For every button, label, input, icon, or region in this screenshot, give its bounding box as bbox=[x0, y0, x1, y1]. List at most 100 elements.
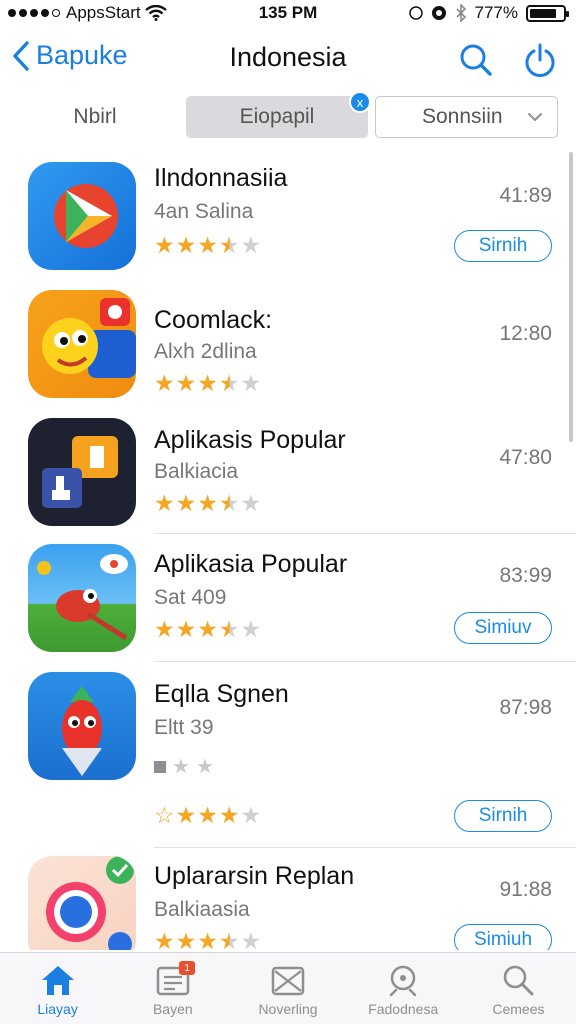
star-icon: ★ bbox=[154, 616, 175, 642]
app-icon-bird bbox=[28, 544, 136, 652]
app-price: 83:99 bbox=[499, 564, 552, 587]
rating-stars: ★ ★ ★ ★ ★ bbox=[154, 234, 261, 257]
app-list: Ilndonnasiia 4an Salina ★ ★ ★ ★ ★ 41:89 Sirn… bbox=[0, 148, 576, 950]
star-empty-icon: ★ bbox=[240, 232, 262, 258]
tab-search[interactable]: Cemees bbox=[461, 953, 576, 1024]
star-icon: ★ bbox=[197, 490, 218, 516]
list-item[interactable]: Aplikasis Popular Balkiacia ★ ★ ★ ★ ★ 47:80 bbox=[0, 410, 576, 534]
star-icon: ★ bbox=[154, 370, 175, 396]
status-right: 777% bbox=[408, 3, 569, 23]
tab-badge: 1 bbox=[179, 961, 196, 975]
star-half-icon: ★ bbox=[218, 490, 240, 516]
segment-badge: x bbox=[349, 91, 371, 113]
rating-stars: ★ ★ ★ ★ ★ bbox=[154, 928, 262, 951]
secondary-rating: ★ ★ bbox=[154, 754, 214, 779]
rating-stars: ★ ★ ★ ★ ★ bbox=[154, 618, 261, 641]
app-name: Uplararsin Replan bbox=[154, 862, 355, 890]
chevron-down-icon bbox=[528, 113, 542, 122]
star-icon: ★ bbox=[175, 490, 197, 516]
tab-updates[interactable]: 1 Bayen bbox=[115, 953, 230, 1024]
segment-tab-label: Eiopapil bbox=[239, 105, 315, 128]
location-search-icon bbox=[389, 965, 417, 997]
app-name: Aplikasia Popular bbox=[154, 550, 348, 578]
star-empty-icon: ★ bbox=[240, 928, 262, 951]
app-price: 47:80 bbox=[499, 446, 552, 469]
rating-stars: ☆ ★ ★ ★ ★ bbox=[154, 804, 261, 827]
home-icon bbox=[41, 966, 74, 995]
refresh-icon bbox=[525, 43, 555, 77]
tab-label: Cemees bbox=[492, 1001, 545, 1017]
refresh-button[interactable] bbox=[520, 40, 560, 80]
star-icon: ★ bbox=[154, 232, 175, 258]
app-price: 12:80 bbox=[499, 322, 552, 345]
rating-stars: ★ ★ ★ ★ ★ bbox=[154, 492, 261, 515]
app-icon-play bbox=[28, 162, 136, 270]
star-outline-icon: ☆ bbox=[154, 802, 175, 828]
get-button[interactable]: Sirnih bbox=[454, 800, 552, 832]
star-half-icon: ★ bbox=[218, 616, 240, 642]
tab-bar: Liayay 1 Bayen Noverling Fadodnesa Cemee… bbox=[0, 952, 576, 1024]
tab-home[interactable]: Liayay bbox=[0, 953, 115, 1024]
segment-dropdown-label: Sonnsiin bbox=[422, 105, 503, 128]
app-subtitle: Alxh 2dlina bbox=[154, 340, 257, 363]
star-icon: ★ bbox=[197, 616, 218, 642]
star-icon: ★ bbox=[197, 370, 218, 396]
star-empty-icon: ★ bbox=[240, 490, 262, 516]
list-item[interactable]: Coomlack: Alxh 2dlina ★ ★ ★ ★ ★ 12:80 bbox=[0, 282, 576, 410]
star-icon: ★ bbox=[218, 802, 240, 828]
tab-explore[interactable]: Fadodnesa bbox=[346, 953, 461, 1024]
mail-icon bbox=[271, 966, 305, 996]
tab-label: Noverling bbox=[258, 1001, 318, 1017]
navigation-bar: Bapuke Indonesia bbox=[0, 28, 576, 92]
star-half-icon: ★ bbox=[218, 232, 240, 258]
star-icon: ★ bbox=[175, 232, 197, 258]
segment-tab-selected[interactable]: Eiopapil x bbox=[186, 91, 371, 138]
bluetooth-icon bbox=[455, 4, 466, 22]
list-item[interactable]: Aplikasia Popular Sat 409 ★ ★ ★ ★ ★ 83:99 Si… bbox=[0, 534, 576, 662]
segment-dropdown[interactable]: Sonnsiin bbox=[375, 96, 558, 138]
app-icon-blocks bbox=[28, 418, 136, 526]
app-subtitle: Eltt 39 bbox=[154, 716, 214, 739]
search-icon bbox=[460, 44, 492, 76]
alarm-icon bbox=[408, 6, 423, 20]
tab-mail[interactable]: Noverling bbox=[230, 953, 345, 1024]
app-subtitle: Sat 409 bbox=[154, 586, 227, 609]
get-button[interactable]: Simiuh bbox=[454, 924, 552, 950]
app-price: 87:98 bbox=[499, 696, 552, 719]
app-name: Ilndonnasiia bbox=[154, 164, 288, 192]
lock-rotation-icon bbox=[431, 6, 446, 20]
tab-label: Fadodnesa bbox=[368, 1001, 439, 1017]
segment-tab-first[interactable]: Nbirl bbox=[30, 96, 160, 138]
star-icon: ★ bbox=[197, 802, 218, 828]
rating-stars: ★ ★ ★ ★ ★ bbox=[154, 372, 261, 395]
app-price: 41:89 bbox=[499, 184, 552, 207]
star-empty-icon: ★ bbox=[240, 370, 262, 396]
app-subtitle: 4an Salina bbox=[154, 200, 254, 223]
app-icon-character bbox=[28, 290, 136, 398]
star-empty-icon: ★ bbox=[195, 756, 214, 778]
battery-icon bbox=[526, 4, 569, 22]
get-button[interactable]: Simiuv bbox=[454, 612, 552, 644]
app-icon-camera bbox=[28, 856, 136, 950]
star-empty-icon: ★ bbox=[240, 802, 262, 828]
tab-label: Liayay bbox=[37, 1001, 78, 1017]
star-icon: ★ bbox=[154, 928, 175, 951]
star-icon: ★ bbox=[154, 490, 175, 516]
scrollbar[interactable] bbox=[569, 152, 573, 442]
app-icon-rocket bbox=[28, 672, 136, 780]
app-name: Aplikasis Popular bbox=[154, 426, 346, 454]
tab-label: Bayen bbox=[152, 1001, 193, 1017]
app-price: 91:88 bbox=[499, 878, 552, 901]
star-icon: ★ bbox=[197, 928, 218, 951]
star-icon: ★ bbox=[197, 232, 218, 258]
search-button[interactable] bbox=[456, 40, 496, 80]
list-item[interactable]: Eqlla Sgnen Eltt 39 ★ ★ ☆ ★ ★ ★ ★ 87:98 Sirni… bbox=[0, 662, 576, 848]
star-empty-icon: ★ bbox=[240, 616, 262, 642]
app-subtitle: Balkiacia bbox=[154, 460, 239, 483]
app-name: Coomlack: bbox=[154, 306, 273, 334]
star-icon: ★ bbox=[175, 802, 197, 828]
app-subtitle: Balkiaasia bbox=[154, 898, 250, 921]
list-item[interactable]: Uplararsin Replan Balkiaasia ★ ★ ★ ★ ★ 91:88… bbox=[0, 848, 576, 950]
list-item[interactable]: Ilndonnasiia 4an Salina ★ ★ ★ ★ ★ 41:89 Sirn… bbox=[0, 148, 576, 282]
get-button[interactable]: Sirnih bbox=[454, 230, 552, 262]
